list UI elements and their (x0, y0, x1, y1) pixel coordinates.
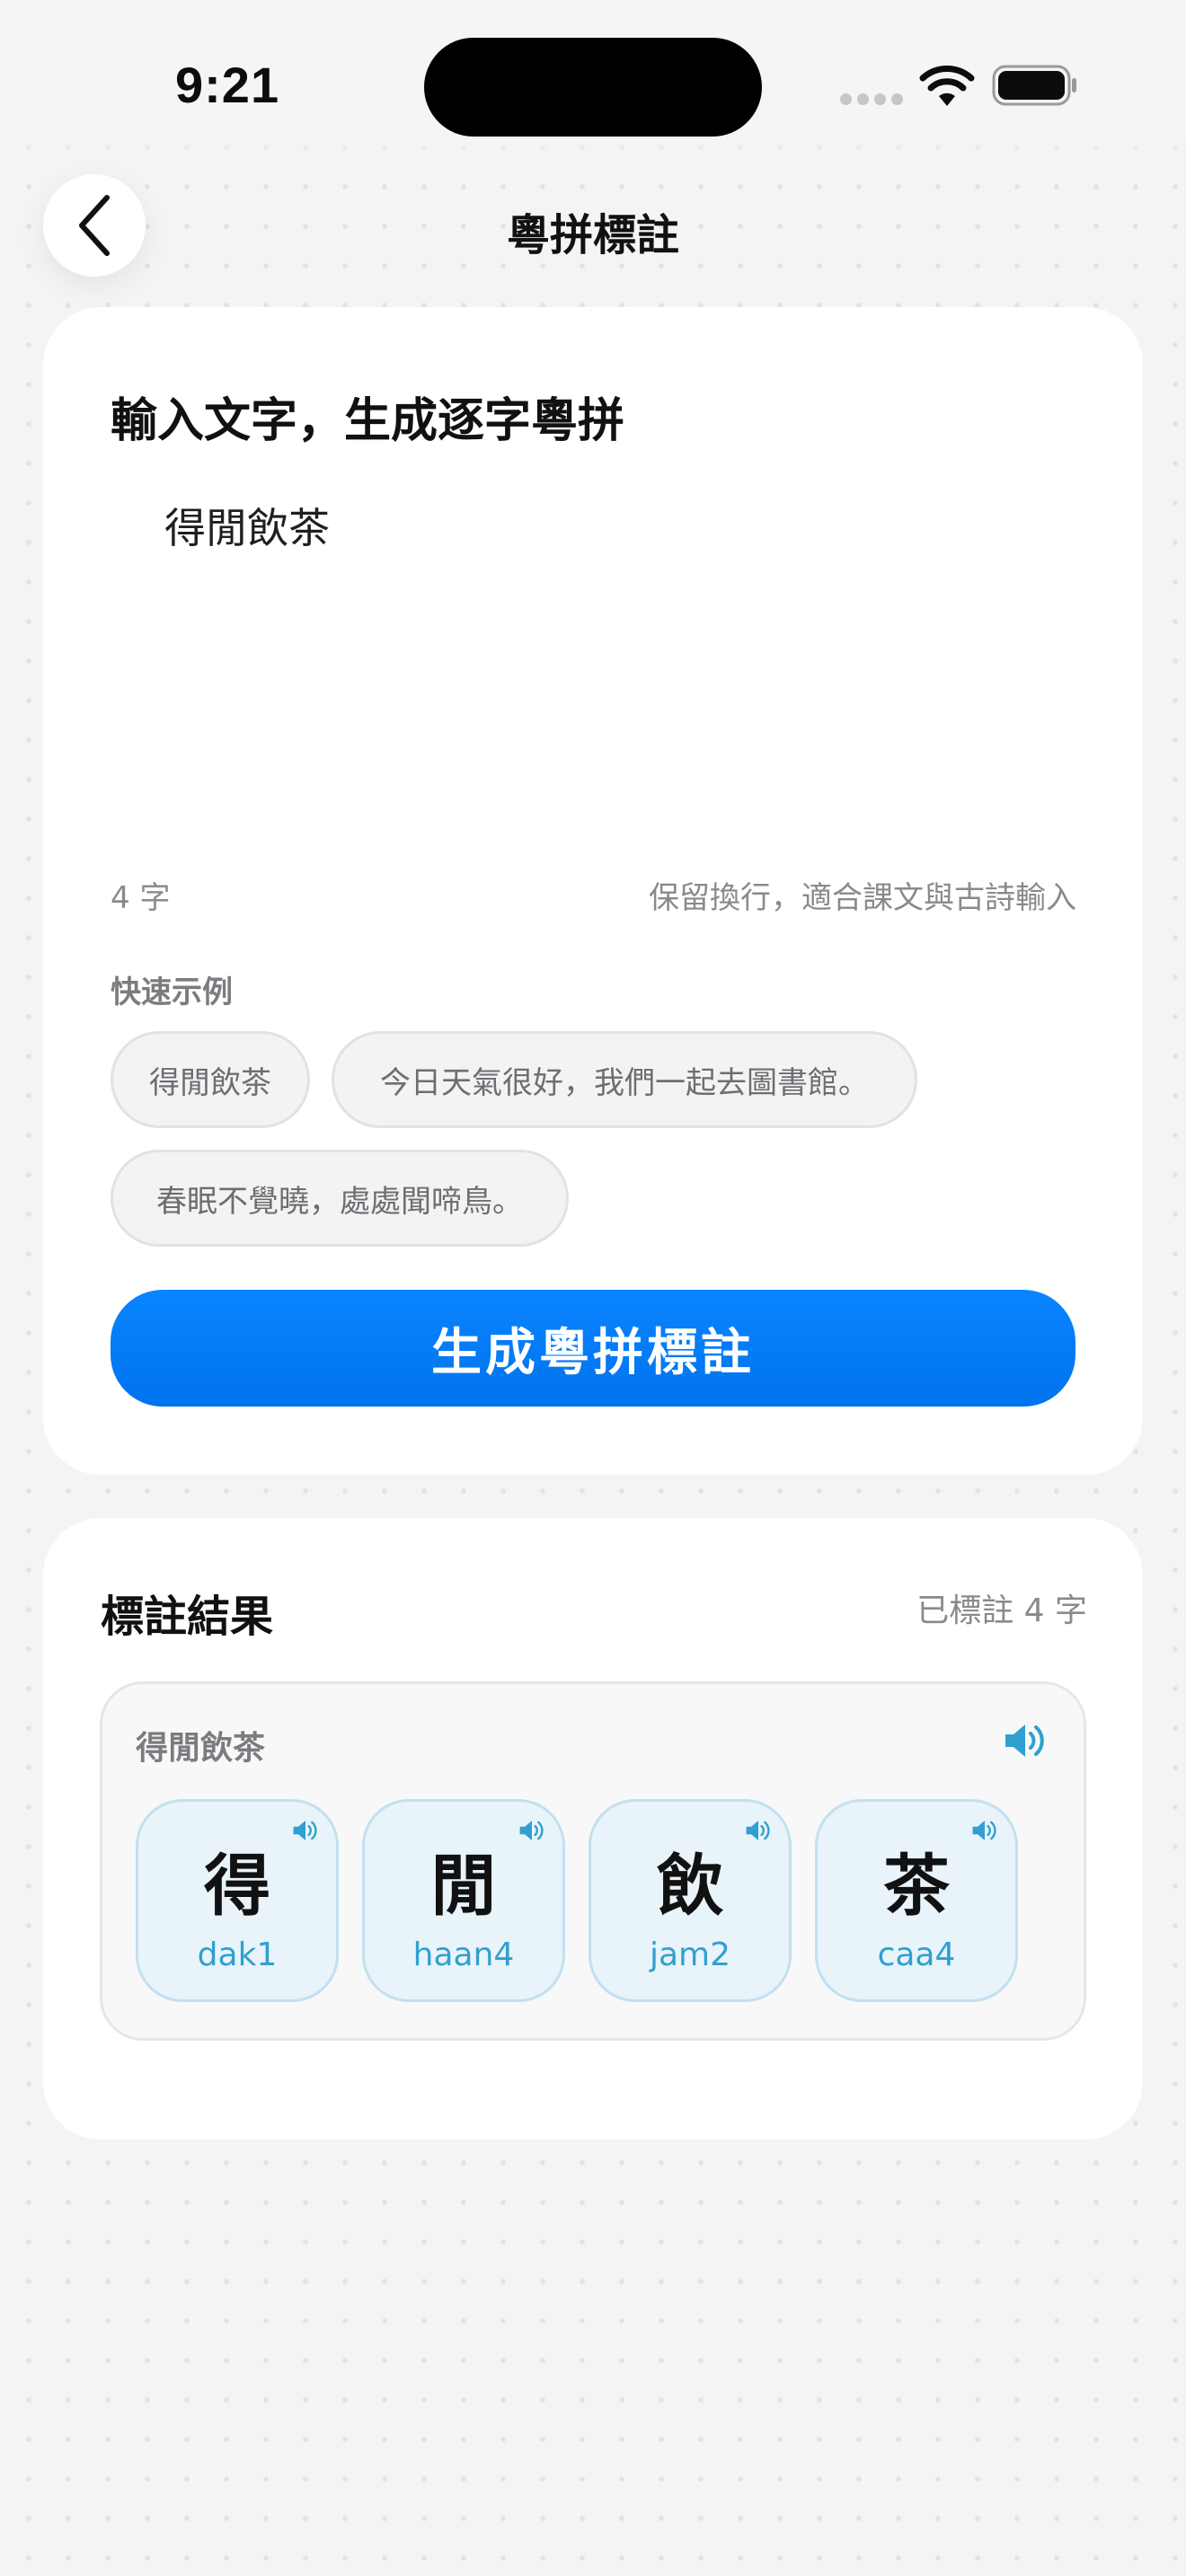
input-hint: 保留換行，適合課文與古詩輸入 (649, 880, 1076, 916)
char-tile[interactable]: 飲 jam2 (589, 1799, 792, 2002)
tile-character: 得 (204, 1848, 270, 1925)
tile-jyutping: haan4 (412, 1936, 515, 1973)
tile-jyutping: jam2 (649, 1936, 731, 1973)
input-heading: 輸入文字，生成逐字粵拼 (111, 394, 625, 448)
page-title: 粵拼標註 (506, 210, 679, 260)
dynamic-island (424, 38, 762, 137)
char-tile[interactable]: 閒 haan4 (362, 1799, 565, 2002)
chevron-left-icon (79, 195, 110, 256)
result-heading: 標註結果 (101, 1592, 274, 1642)
cellular-signal-icon (840, 93, 903, 106)
example-chip[interactable]: 春眠不覺曉，處處聞啼鳥。 (111, 1150, 569, 1247)
tile-character: 閒 (430, 1848, 497, 1925)
status-bar: 9:21 (0, 0, 1186, 171)
generate-button[interactable]: 生成粵拼標註 (111, 1290, 1075, 1407)
back-button[interactable] (43, 174, 146, 277)
tile-jyutping: caa4 (877, 1936, 956, 1973)
example-chip[interactable]: 得閒飲茶 (111, 1031, 310, 1128)
tile-jyutping: dak1 (197, 1936, 278, 1973)
tile-character: 茶 (883, 1848, 950, 1925)
result-card: 標註結果 已標註 4 字 得閒飲茶 得 dak1 閒 haan4 飲 jam2 … (43, 1518, 1143, 2139)
char-tile[interactable]: 得 dak1 (136, 1799, 339, 2002)
input-card: 輸入文字，生成逐字粵拼 4 字 保留換行，適合課文與古詩輸入 快速示例 得閒飲茶… (43, 307, 1143, 1475)
char-tile[interactable]: 茶 caa4 (815, 1799, 1018, 2002)
char-count: 4 字 (111, 880, 171, 916)
status-time: 9:21 (175, 57, 280, 113)
battery-icon (992, 65, 1076, 106)
speaker-icon[interactable] (1003, 1720, 1048, 1761)
tile-character: 飲 (657, 1848, 723, 1925)
examples-label: 快速示例 (111, 975, 233, 1010)
example-chip[interactable]: 今日天氣很好，我們一起去圖書館。 (332, 1031, 917, 1128)
source-text: 得閒飲茶 (136, 1730, 266, 1767)
wifi-icon (919, 66, 975, 106)
result-panel: 得閒飲茶 得 dak1 閒 haan4 飲 jam2 茶 caa4 (100, 1681, 1086, 2041)
result-count: 已標註 4 字 (916, 1592, 1087, 1629)
